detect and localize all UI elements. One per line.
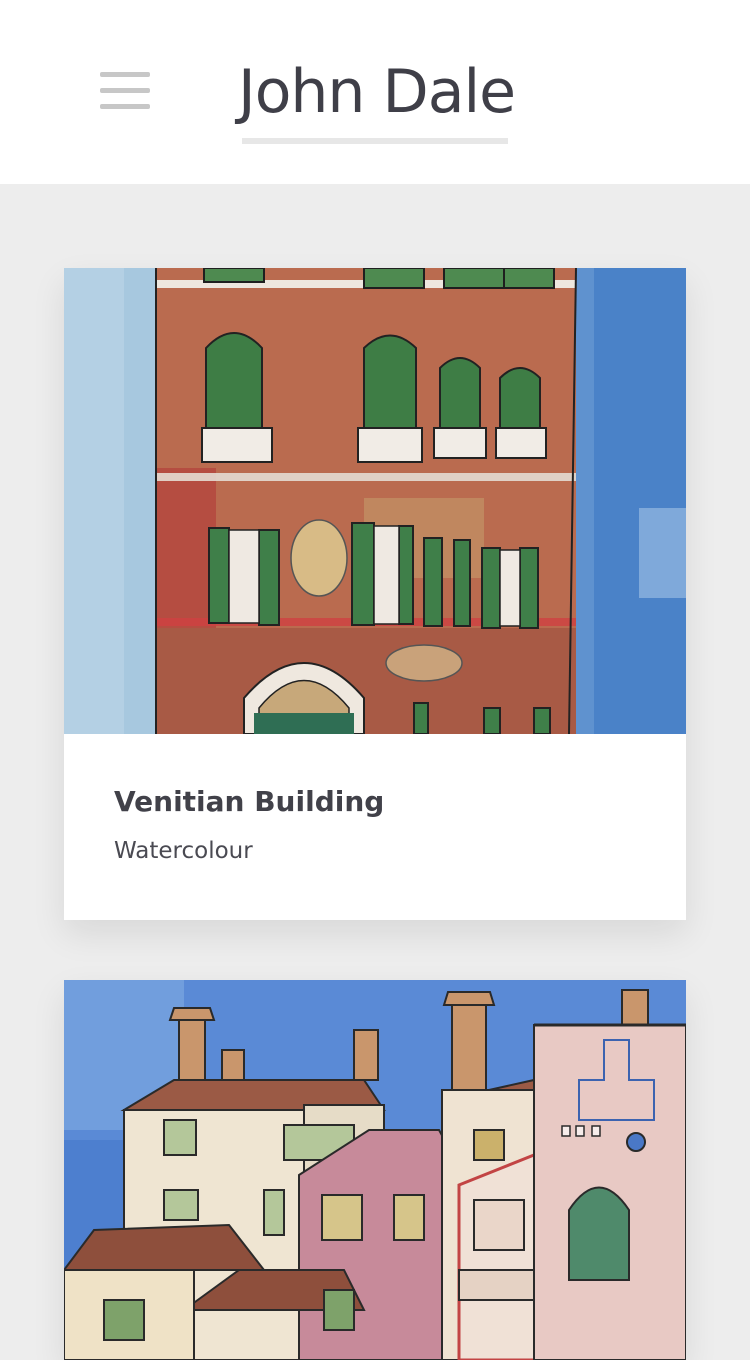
artwork-card[interactable] <box>64 980 686 1360</box>
artwork-caption: Venitian Building Watercolour <box>64 734 686 920</box>
site-title[interactable]: John Dale <box>238 52 516 132</box>
hamburger-menu-icon[interactable] <box>100 72 150 110</box>
artwork-medium: Watercolour <box>114 838 253 864</box>
title-underline <box>242 138 508 144</box>
artwork-card[interactable]: Venitian Building Watercolour <box>64 268 686 920</box>
menu-line <box>100 104 150 109</box>
artwork-image[interactable] <box>64 980 686 1360</box>
site-header: John Dale <box>0 0 750 184</box>
menu-line <box>100 72 150 77</box>
artwork-title[interactable]: Venitian Building <box>114 784 384 820</box>
artwork-image[interactable] <box>64 268 686 734</box>
menu-line <box>100 88 150 93</box>
